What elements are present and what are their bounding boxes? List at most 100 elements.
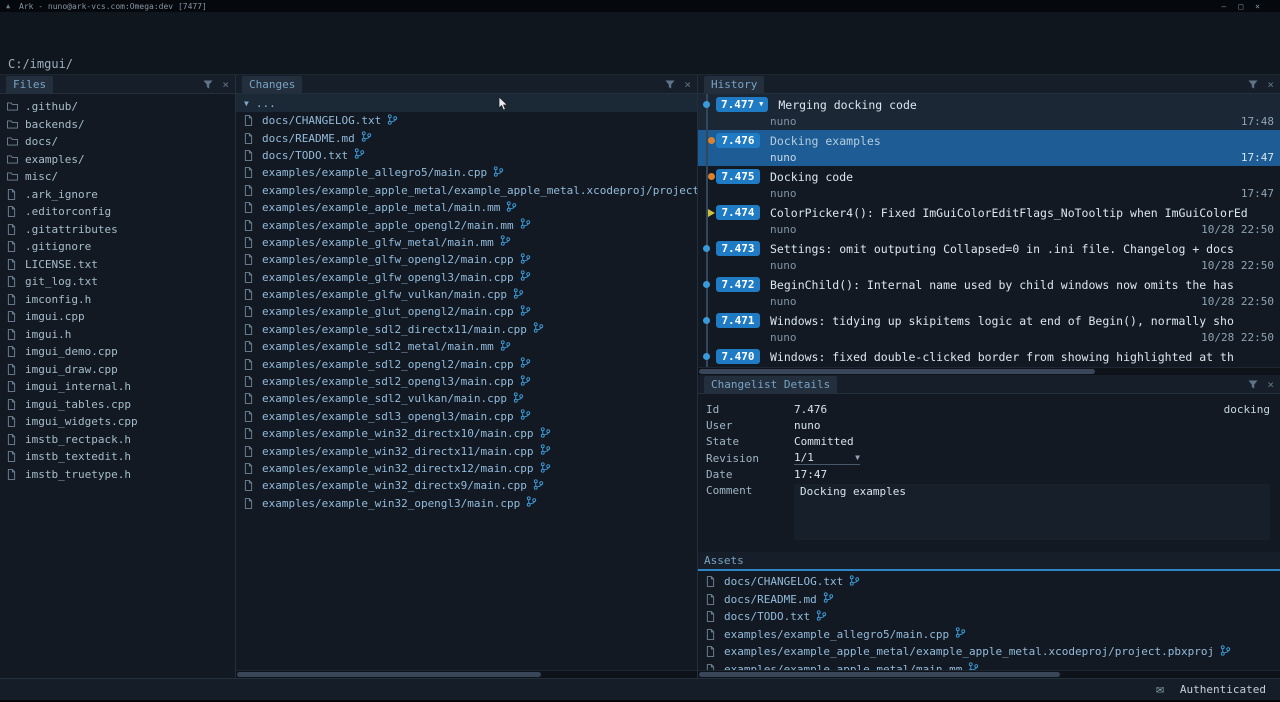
history-row[interactable]: 7.470▼ Windows: fixed double-clicked bor… bbox=[698, 346, 1280, 367]
changed-file-name: docs/CHANGELOG.txt bbox=[262, 114, 381, 127]
file-tree-item[interactable]: docs/ bbox=[0, 133, 235, 151]
file-tree-item[interactable]: .editorconfig bbox=[0, 203, 235, 221]
history-hscrollbar[interactable] bbox=[698, 367, 1280, 375]
file-icon bbox=[7, 259, 20, 270]
history-row[interactable]: 7.473▼ Settings: omit outputing Collapse… bbox=[698, 238, 1280, 274]
changed-file-row[interactable]: examples/example_sdl2_opengl3/main.cpp bbox=[236, 373, 697, 390]
asset-row[interactable]: docs/CHANGELOG.txt bbox=[698, 573, 1280, 591]
file-tree-item[interactable]: imgui_draw.cpp bbox=[0, 361, 235, 379]
revision-badge[interactable]: 7.471▼ bbox=[716, 313, 760, 328]
file-tree-item[interactable]: .ark_ignore bbox=[0, 186, 235, 204]
changed-file-row[interactable]: examples/example_glfw_metal/main.mm bbox=[236, 234, 697, 251]
file-tree-item[interactable]: .github/ bbox=[0, 98, 235, 116]
changed-file-row[interactable]: examples/example_sdl2_directx11/main.cpp bbox=[236, 321, 697, 338]
close-icon[interactable]: × bbox=[1267, 79, 1274, 90]
expander-icon[interactable]: ▼ bbox=[244, 99, 249, 108]
changed-file-row[interactable]: docs/TODO.txt bbox=[236, 147, 697, 164]
revision-badge[interactable]: 7.476▼ bbox=[716, 133, 760, 148]
file-tree-item[interactable]: imgui_widgets.cpp bbox=[0, 413, 235, 431]
file-tree-item[interactable]: backends/ bbox=[0, 116, 235, 134]
changed-file-row[interactable]: examples/example_win32_directx11/main.cp… bbox=[236, 442, 697, 459]
file-tree-item[interactable]: imstb_rectpack.h bbox=[0, 431, 235, 449]
filter-icon[interactable] bbox=[203, 80, 213, 89]
revision-badge[interactable]: 7.474▼ bbox=[716, 205, 760, 220]
history-row[interactable]: 7.471▼ Windows: tidying up skipitems log… bbox=[698, 310, 1280, 346]
filter-icon[interactable] bbox=[1248, 80, 1258, 89]
close-icon[interactable]: × bbox=[222, 79, 229, 90]
file-tree-item[interactable]: imgui.cpp bbox=[0, 308, 235, 326]
file-tree-item[interactable]: imgui_demo.cpp bbox=[0, 343, 235, 361]
mail-icon[interactable]: ✉ bbox=[1156, 682, 1164, 697]
asset-row[interactable]: examples/example_apple_metal/example_app… bbox=[698, 643, 1280, 661]
changed-file-row[interactable]: docs/README.md bbox=[236, 129, 697, 146]
file-tree-item[interactable]: git_log.txt bbox=[0, 273, 235, 291]
file-tree-item[interactable]: misc/ bbox=[0, 168, 235, 186]
close-icon[interactable]: × bbox=[684, 79, 691, 90]
commit-author: nuno bbox=[770, 187, 1241, 200]
changes-hscrollbar[interactable] bbox=[236, 670, 697, 678]
file-tree-item[interactable]: imstb_textedit.h bbox=[0, 448, 235, 466]
scrollbar-thumb[interactable] bbox=[237, 672, 541, 677]
file-icon bbox=[244, 411, 257, 422]
changed-file-row[interactable]: examples/example_allegro5/main.cpp bbox=[236, 164, 697, 181]
revision-dropdown[interactable]: 1/1 ▼ bbox=[794, 451, 860, 465]
minimize-button[interactable]: – bbox=[1222, 2, 1227, 11]
filter-icon[interactable] bbox=[665, 80, 675, 89]
changed-file-row[interactable]: examples/example_win32_opengl3/main.cpp bbox=[236, 495, 697, 512]
file-icon bbox=[7, 311, 20, 322]
history-row[interactable]: 7.472▼ BeginChild(): Internal name used … bbox=[698, 274, 1280, 310]
revision-badge[interactable]: 7.475▼ bbox=[716, 169, 760, 184]
history-row[interactable]: 7.475▼ Docking code nuno 17:47 bbox=[698, 166, 1280, 202]
file-name: .gitignore bbox=[25, 240, 91, 253]
changed-file-row[interactable]: examples/example_glfw_vulkan/main.cpp bbox=[236, 286, 697, 303]
file-tree-item[interactable]: imgui_tables.cpp bbox=[0, 396, 235, 414]
commit-author: nuno bbox=[770, 115, 1241, 128]
history-row[interactable]: 7.477▼ Merging docking code nuno 17:48 bbox=[698, 94, 1280, 130]
asset-row[interactable]: docs/README.md bbox=[698, 591, 1280, 609]
file-tree-item[interactable]: LICENSE.txt bbox=[0, 256, 235, 274]
comment-box[interactable]: Docking examples bbox=[794, 484, 1270, 540]
revision-badge[interactable]: 7.472▼ bbox=[716, 277, 760, 292]
file-tree-item[interactable]: imconfig.h bbox=[0, 291, 235, 309]
changed-file-row[interactable]: examples/example_sdl2_opengl2/main.cpp bbox=[236, 355, 697, 372]
history-row[interactable]: 7.474▼ ColorPicker4(): Fixed ImGuiColorE… bbox=[698, 202, 1280, 238]
changed-file-row[interactable]: examples/example_win32_directx10/main.cp… bbox=[236, 425, 697, 442]
close-icon[interactable]: × bbox=[1267, 379, 1274, 390]
close-button[interactable]: × bbox=[1255, 2, 1260, 11]
changed-file-row[interactable]: examples/example_sdl3_opengl3/main.cpp bbox=[236, 408, 697, 425]
revision-badge[interactable]: 7.473▼ bbox=[716, 241, 760, 256]
file-tree-item[interactable]: imstb_truetype.h bbox=[0, 466, 235, 484]
history-row[interactable]: 7.476▼ Docking examples nuno 17:47 bbox=[698, 130, 1280, 166]
changes-root-row[interactable]: ▼ ... bbox=[236, 94, 697, 112]
maximize-button[interactable]: □ bbox=[1238, 2, 1243, 11]
revision-badge[interactable]: 7.477▼ bbox=[716, 97, 768, 112]
folder-icon bbox=[7, 120, 20, 129]
scrollbar-thumb[interactable] bbox=[699, 672, 1060, 677]
changed-file-row[interactable]: docs/CHANGELOG.txt bbox=[236, 112, 697, 129]
file-tree-item[interactable]: .gitignore bbox=[0, 238, 235, 256]
file-tree-item[interactable]: .gitattributes bbox=[0, 221, 235, 239]
revision-badge[interactable]: 7.470▼ bbox=[716, 349, 760, 364]
changed-file-row[interactable]: examples/example_win32_directx12/main.cp… bbox=[236, 460, 697, 477]
commit-dot bbox=[703, 317, 710, 324]
assets-hscrollbar[interactable] bbox=[698, 670, 1280, 678]
changed-file-row[interactable]: examples/example_win32_directx9/main.cpp bbox=[236, 477, 697, 494]
asset-row[interactable]: examples/example_apple_metal/main.mm bbox=[698, 661, 1280, 671]
changed-file-row[interactable]: examples/example_glut_opengl2/main.cpp bbox=[236, 303, 697, 320]
changed-file-row[interactable]: examples/example_glfw_opengl3/main.cpp bbox=[236, 269, 697, 286]
file-tree-item[interactable]: imgui_internal.h bbox=[0, 378, 235, 396]
scrollbar-thumb[interactable] bbox=[699, 369, 1095, 374]
asset-row[interactable]: docs/TODO.txt bbox=[698, 608, 1280, 626]
file-tree-item[interactable]: imgui.h bbox=[0, 326, 235, 344]
changed-file-name: examples/example_glfw_opengl2/main.cpp bbox=[262, 253, 514, 266]
changed-file-row[interactable]: examples/example_sdl2_metal/main.mm bbox=[236, 338, 697, 355]
changed-file-row[interactable]: examples/example_apple_metal/example_app… bbox=[236, 182, 697, 199]
filter-icon[interactable] bbox=[1248, 380, 1258, 389]
changed-file-row[interactable]: examples/example_apple_metal/main.mm bbox=[236, 199, 697, 216]
file-tree-item[interactable]: examples/ bbox=[0, 151, 235, 169]
changed-file-row[interactable]: examples/example_sdl2_vulkan/main.cpp bbox=[236, 390, 697, 407]
file-name: docs/ bbox=[25, 135, 58, 148]
asset-row[interactable]: examples/example_allegro5/main.cpp bbox=[698, 626, 1280, 644]
changed-file-row[interactable]: examples/example_glfw_opengl2/main.cpp bbox=[236, 251, 697, 268]
changed-file-row[interactable]: examples/example_apple_opengl2/main.mm bbox=[236, 216, 697, 233]
